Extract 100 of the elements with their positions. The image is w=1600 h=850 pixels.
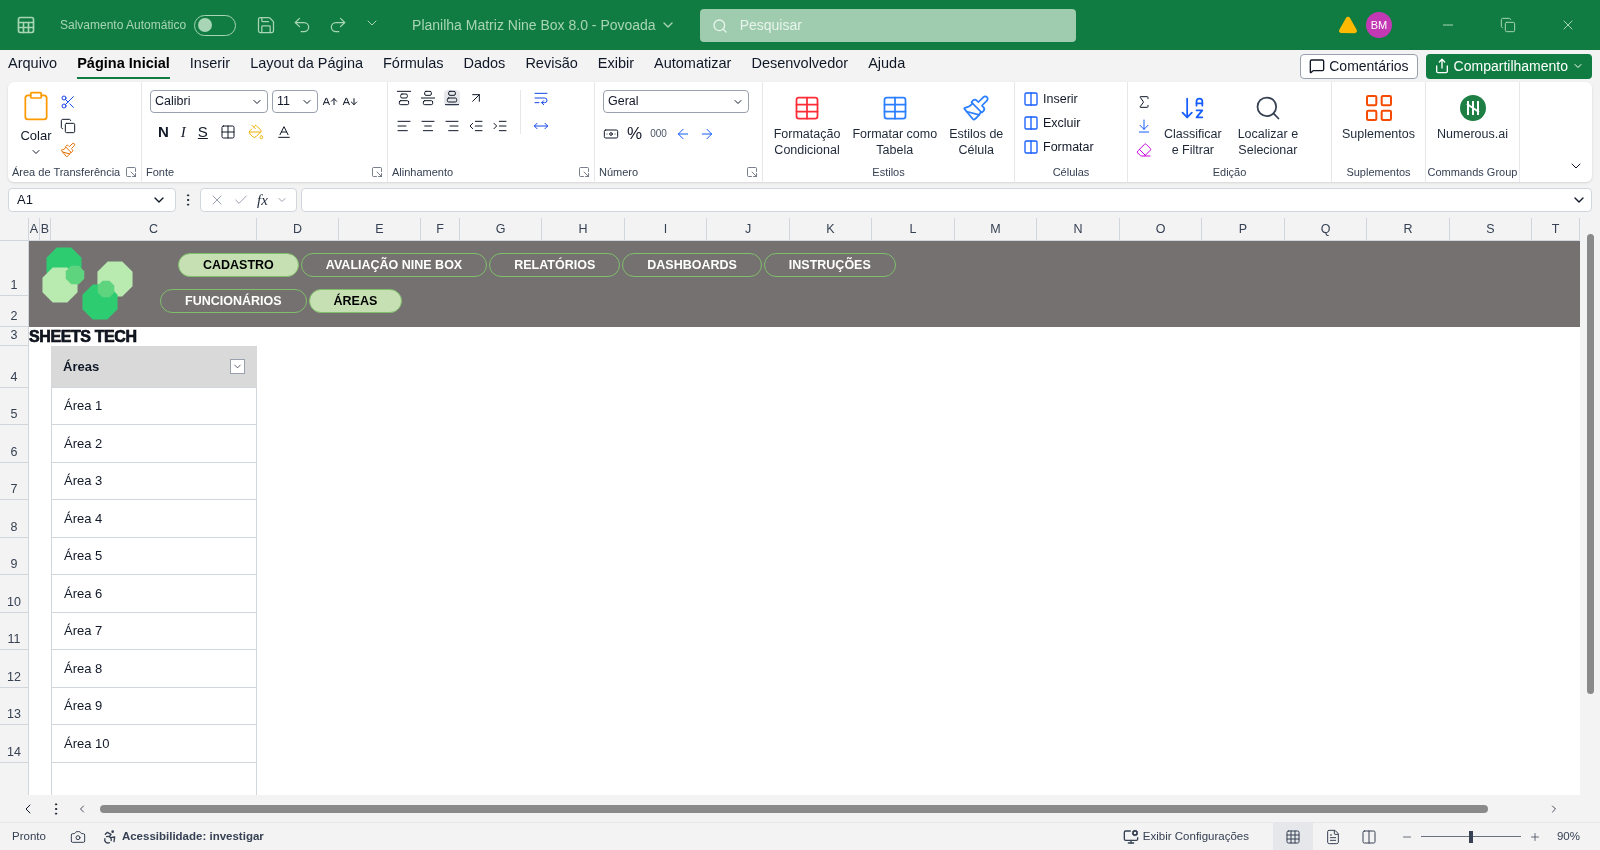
italic-button[interactable]: I (180, 121, 186, 144)
restore-icon[interactable] (1500, 17, 1516, 33)
column-header[interactable]: J (707, 218, 790, 240)
align-left-icon[interactable] (396, 118, 412, 134)
nav-button[interactable]: CADASTRO (178, 253, 299, 277)
row-header[interactable]: 5 (0, 388, 29, 425)
accessibility-button[interactable]: Acessibilidade: investigar (101, 827, 264, 846)
eraser-icon[interactable] (1136, 142, 1152, 158)
menu-tab[interactable]: Dados (463, 53, 506, 79)
font-size-field[interactable]: 11 (272, 90, 318, 113)
display-settings-button[interactable]: Exibir Configurações (1122, 827, 1249, 846)
dialog-launcher-icon[interactable] (578, 166, 590, 178)
paste-button[interactable]: Colar (20, 90, 52, 158)
cells-button[interactable]: Excluir (1023, 113, 1119, 133)
cells-button[interactable]: Formatar (1023, 137, 1119, 157)
column-header[interactable]: L (872, 218, 955, 240)
scissors-icon[interactable] (60, 94, 76, 110)
page-break-icon[interactable] (1360, 828, 1377, 845)
percent-button[interactable]: % (627, 121, 643, 147)
borders-icon[interactable] (219, 124, 236, 141)
menu-tab[interactable]: Fórmulas (383, 53, 444, 79)
ribbon-button[interactable]: Classificar e Filtrar (1160, 90, 1226, 158)
column-header[interactable]: M (955, 218, 1037, 240)
column-header[interactable]: P (1202, 218, 1285, 240)
horizontal-scrollbar[interactable] (100, 804, 1488, 813)
menu-tab[interactable]: Arquivo (8, 53, 58, 79)
column-header[interactable]: C (51, 218, 257, 240)
align-bottom-icon[interactable] (444, 90, 460, 106)
align-top-icon[interactable] (396, 90, 412, 106)
save-icon[interactable] (256, 15, 277, 35)
menu-tab[interactable]: Layout da Página (250, 53, 363, 79)
column-header[interactable]: R (1367, 218, 1450, 240)
increase-indent-icon[interactable] (492, 118, 508, 134)
column-header[interactable]: S (1450, 218, 1532, 240)
font-name-field[interactable]: Calibri (150, 90, 268, 113)
underline-button[interactable]: S (197, 121, 208, 144)
menu-tab[interactable]: Inserir (189, 53, 231, 79)
normal-view-icon[interactable] (1284, 828, 1301, 845)
insert-function-button[interactable]: fx (257, 188, 268, 212)
nav-button[interactable]: ÁREAS (308, 289, 403, 313)
row-header[interactable]: 13 (0, 688, 29, 725)
ribbon-button[interactable]: Suplementos (1338, 90, 1419, 142)
search-field[interactable]: Pesquisar (699, 8, 1076, 42)
align-middle-icon[interactable] (420, 90, 436, 106)
bold-button[interactable]: N (158, 121, 169, 144)
vertical-scrollbar[interactable] (1580, 218, 1600, 822)
column-header[interactable]: D (257, 218, 339, 240)
row-header[interactable]: 11 (0, 613, 29, 650)
macro-recorder-icon[interactable] (69, 828, 86, 845)
comments-button[interactable]: Comentários (1300, 53, 1418, 79)
user-avatar[interactable]: BM (1366, 12, 1392, 38)
column-header[interactable]: Q (1285, 218, 1367, 240)
ribbon-button[interactable]: Formatação Condicional (769, 90, 845, 158)
zoom-level[interactable]: 90% (1556, 827, 1580, 846)
align-right-icon[interactable] (444, 118, 460, 134)
column-header[interactable]: E (339, 218, 421, 240)
numerous-logo-icon[interactable] (1458, 94, 1487, 122)
menu-tab[interactable]: Ajuda (868, 53, 906, 79)
column-header[interactable]: K (790, 218, 872, 240)
ribbon-button[interactable]: Estilos de Célula (945, 90, 1008, 158)
row-header[interactable]: 3 (0, 327, 29, 346)
align-center-icon[interactable] (420, 118, 436, 134)
share-button[interactable]: Compartilhamento (1425, 53, 1592, 79)
row-header[interactable]: 14 (0, 725, 29, 763)
column-header[interactable]: F (421, 218, 460, 240)
row-header[interactable]: 8 (0, 500, 29, 538)
copy-icon[interactable] (60, 118, 76, 134)
cells-button[interactable]: Inserir (1023, 90, 1119, 109)
column-header[interactable]: N (1037, 218, 1120, 240)
formula-field[interactable] (300, 188, 1592, 212)
menu-tab[interactable]: Página Inicial (77, 53, 170, 79)
thousands-button[interactable]: 000 (650, 126, 667, 142)
number-format-field[interactable]: Geral (603, 90, 749, 113)
name-box[interactable]: A1 (8, 188, 176, 212)
column-header[interactable]: G (460, 218, 542, 240)
cell-styles-icon[interactable] (962, 94, 991, 122)
zoom-slider[interactable] (1420, 830, 1521, 843)
row-header[interactable]: 6 (0, 425, 29, 463)
row-header[interactable]: 1 (0, 241, 29, 296)
wrap-text-icon[interactable] (533, 90, 549, 106)
row-header[interactable]: 9 (0, 538, 29, 575)
warning-icon[interactable] (1338, 15, 1358, 35)
ribbon-button[interactable]: Numerous.ai (1433, 90, 1512, 142)
conditional-format-icon[interactable] (793, 94, 821, 122)
menu-tab[interactable]: Exibir (597, 53, 635, 79)
column-header[interactable]: H (542, 218, 625, 240)
sum-icon[interactable] (1136, 94, 1152, 110)
dialog-launcher-icon[interactable] (125, 166, 137, 178)
dialog-launcher-icon[interactable] (746, 166, 758, 178)
excel-icon[interactable] (16, 15, 36, 35)
ribbon-button[interactable]: Localizar e Selecionar (1233, 90, 1303, 158)
fill-color-icon[interactable] (247, 124, 264, 141)
row-header[interactable]: 4 (0, 346, 29, 388)
fill-icon[interactable] (1136, 118, 1152, 134)
row-header[interactable]: 12 (0, 650, 29, 688)
column-header[interactable]: O (1120, 218, 1202, 240)
ribbon-button[interactable]: Formatar como Tabela (848, 90, 942, 158)
row-header[interactable]: 7 (0, 463, 29, 500)
column-header[interactable]: A (29, 218, 40, 240)
menu-tab[interactable]: Automatizar (654, 53, 732, 79)
